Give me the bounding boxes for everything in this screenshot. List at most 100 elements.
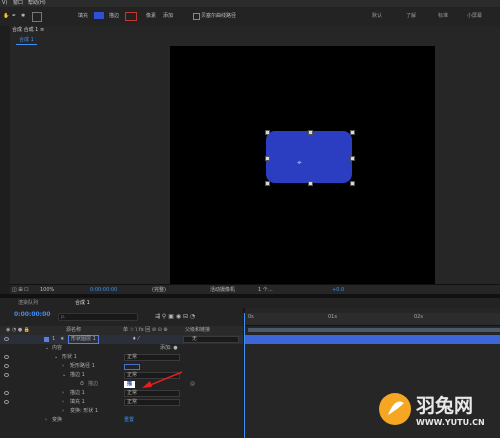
bbox-handle[interactable] bbox=[350, 130, 355, 135]
playhead[interactable] bbox=[244, 313, 245, 438]
stroke-color-swatch[interactable] bbox=[125, 12, 137, 21]
visibility-eye-icon[interactable] bbox=[4, 391, 9, 395]
stroke-prop-row[interactable]: ⏱ 描边 描 @ bbox=[0, 380, 243, 389]
blend-mode-select[interactable]: 正常 bbox=[124, 354, 180, 361]
visibility-eye-icon[interactable] bbox=[4, 337, 9, 341]
expand-arrow-icon[interactable]: › bbox=[62, 398, 64, 407]
resolution-select[interactable]: (完整) bbox=[152, 286, 166, 294]
add-label[interactable]: 添加 bbox=[163, 12, 173, 20]
transform-shape-row[interactable]: › 变换: 形状 1 bbox=[0, 407, 243, 416]
contents-label: 内容 bbox=[52, 345, 63, 351]
expand-arrow-icon[interactable]: › bbox=[62, 389, 64, 398]
workspace-small[interactable]: 小屏幕 bbox=[467, 12, 482, 20]
ruler-tick: 01s bbox=[328, 314, 337, 320]
expand-arrow-icon[interactable]: ⌄ bbox=[45, 344, 49, 353]
work-area-bar[interactable] bbox=[248, 328, 500, 332]
bbox-handle[interactable] bbox=[265, 156, 270, 161]
stroke-group-label: 描边 1 bbox=[70, 372, 85, 378]
layer-duration-bar[interactable] bbox=[244, 335, 500, 344]
expand-arrow-icon[interactable]: › bbox=[45, 416, 47, 425]
pen-tool-icon[interactable]: ✒ bbox=[12, 12, 16, 20]
expand-arrow-icon[interactable]: › bbox=[62, 407, 64, 416]
reset-link[interactable]: 重置 bbox=[124, 416, 134, 425]
exposure-value[interactable]: +0.0 bbox=[332, 286, 344, 294]
stroke-group-row[interactable]: ⌄ 描边 1 正常 bbox=[0, 371, 243, 380]
menu-window[interactable]: 窗口 bbox=[13, 0, 23, 7]
fill-color-swatch[interactable] bbox=[94, 12, 104, 19]
av-switch-icons: ◉ ◔ ● 🔒 bbox=[6, 327, 31, 333]
parent-header[interactable]: 父级和链接 bbox=[185, 326, 210, 335]
viewer-timecode[interactable]: 0:00:00:00 bbox=[90, 286, 117, 294]
path-toggle[interactable] bbox=[124, 364, 140, 370]
zoom-select[interactable]: 100% bbox=[40, 286, 54, 294]
stroke-value-box[interactable]: 描 bbox=[124, 381, 136, 388]
fill-1-label: 填充 1 bbox=[70, 399, 85, 405]
px-label: 像素 bbox=[146, 13, 157, 19]
anchor-point-icon[interactable]: ⌖ bbox=[297, 158, 302, 168]
views-select[interactable]: 1 个… bbox=[258, 286, 273, 294]
menu-view[interactable]: V) bbox=[2, 0, 7, 7]
layer-name[interactable]: 形状图层 1 bbox=[68, 335, 99, 344]
bbox-handle[interactable] bbox=[350, 156, 355, 161]
bbox-handle[interactable] bbox=[350, 181, 355, 186]
workspace-learn[interactable]: 了解 bbox=[406, 12, 416, 20]
rounded-rectangle-shape[interactable] bbox=[266, 131, 352, 183]
stroke-1-row[interactable]: › 描边 1 正常 bbox=[0, 389, 243, 398]
watermark-logo-icon bbox=[379, 393, 411, 425]
hand-tool-icon[interactable]: ✋ bbox=[3, 12, 9, 20]
layer-switches[interactable]: ♦ ⁄ bbox=[132, 335, 139, 344]
visibility-eye-icon[interactable] bbox=[4, 400, 9, 404]
fill-label[interactable]: 填充 bbox=[78, 12, 88, 20]
time-ruler[interactable]: 0s 01s 02s bbox=[244, 313, 500, 326]
star-icon: ★ bbox=[60, 336, 65, 342]
rect-path-row[interactable]: › 矩形路径 1 bbox=[0, 362, 243, 371]
bbox-handle[interactable] bbox=[308, 130, 313, 135]
layer-search-input[interactable] bbox=[58, 313, 138, 321]
visibility-eye-icon[interactable] bbox=[4, 355, 9, 359]
contents-row[interactable]: ⌄ 内容 添加: ● bbox=[0, 344, 243, 353]
add-contents-button[interactable]: 添加: ● bbox=[160, 344, 178, 353]
ruler-tick: 0s bbox=[248, 314, 254, 320]
stopwatch-icon[interactable]: ⏱ bbox=[80, 380, 84, 389]
workspace-default[interactable]: 默认 bbox=[372, 12, 382, 20]
parent-select[interactable]: 无 bbox=[183, 336, 239, 343]
bbox-handle[interactable] bbox=[265, 181, 270, 186]
timeline-switch-icons[interactable]: ⇶ ⚲ ▣ ◉ ⊟ ◔ bbox=[155, 313, 195, 320]
watermark: 羽兔网 WWW.YUTU.CN bbox=[378, 385, 500, 438]
bezier-label: 贝塞尔曲线路径 bbox=[201, 13, 237, 19]
expand-arrow-icon[interactable]: ⌄ bbox=[62, 371, 66, 380]
puppet-tool-icon[interactable]: ✱ bbox=[21, 12, 25, 20]
source-name-header[interactable]: 源名称 bbox=[66, 326, 81, 335]
fill-1-row[interactable]: › 填充 1 正常 bbox=[0, 398, 243, 407]
stroke-prop-label: 描边 bbox=[88, 381, 99, 387]
camera-select[interactable]: 活动摄像机 bbox=[210, 286, 235, 294]
watermark-url: WWW.YUTU.CN bbox=[416, 418, 485, 427]
shape-group-row[interactable]: ⌄ 形状 1 正常 bbox=[0, 353, 243, 362]
bbox-handle[interactable] bbox=[265, 130, 270, 135]
workspace-standard[interactable]: 标准 bbox=[438, 12, 448, 20]
bezier-checkbox[interactable] bbox=[193, 13, 200, 20]
comp-tab[interactable]: 合成 1 bbox=[16, 36, 37, 45]
stroke-1-blend-select[interactable]: 正常 bbox=[124, 390, 180, 397]
timeline-timecode[interactable]: 0:00:00:00 bbox=[14, 311, 50, 318]
shape-group-label: 形状 1 bbox=[62, 354, 77, 360]
expand-arrow-icon[interactable]: › bbox=[62, 362, 64, 371]
bbox-handle[interactable] bbox=[308, 181, 313, 186]
layer-list: 1 ★ 形状图层 1 ♦ ⁄ 无 ⌄ 内容 添加: ● ⌄ 形状 1 正常 › … bbox=[0, 335, 243, 438]
render-queue-tab[interactable]: 渲染队列 bbox=[18, 298, 38, 308]
composition-panel-header: 合成 合成 1 ≡ 合成 1 bbox=[10, 26, 500, 46]
comp-panel-title[interactable]: 合成 合成 1 ≡ bbox=[12, 27, 44, 34]
transform-label: 变换 bbox=[52, 417, 63, 423]
transform-row[interactable]: › 变换 重置 bbox=[0, 416, 243, 425]
menu-help[interactable]: 帮助(H) bbox=[28, 0, 46, 7]
expand-arrow-icon[interactable]: ⌄ bbox=[54, 353, 58, 362]
visibility-eye-icon[interactable] bbox=[4, 373, 9, 377]
viewer-toggle-icons[interactable]: ◫ ⊞ ☐ bbox=[12, 286, 29, 294]
stroke-label[interactable]: 描边 bbox=[109, 12, 119, 20]
layer-row[interactable]: 1 ★ 形状图层 1 ♦ ⁄ 无 bbox=[0, 335, 243, 344]
visibility-eye-icon[interactable] bbox=[4, 364, 9, 368]
layer-label-color[interactable] bbox=[44, 337, 49, 342]
snapping-checkbox[interactable] bbox=[32, 12, 42, 22]
fill-1-blend-select[interactable]: 正常 bbox=[124, 399, 180, 406]
link-icon[interactable]: @ bbox=[190, 380, 195, 389]
